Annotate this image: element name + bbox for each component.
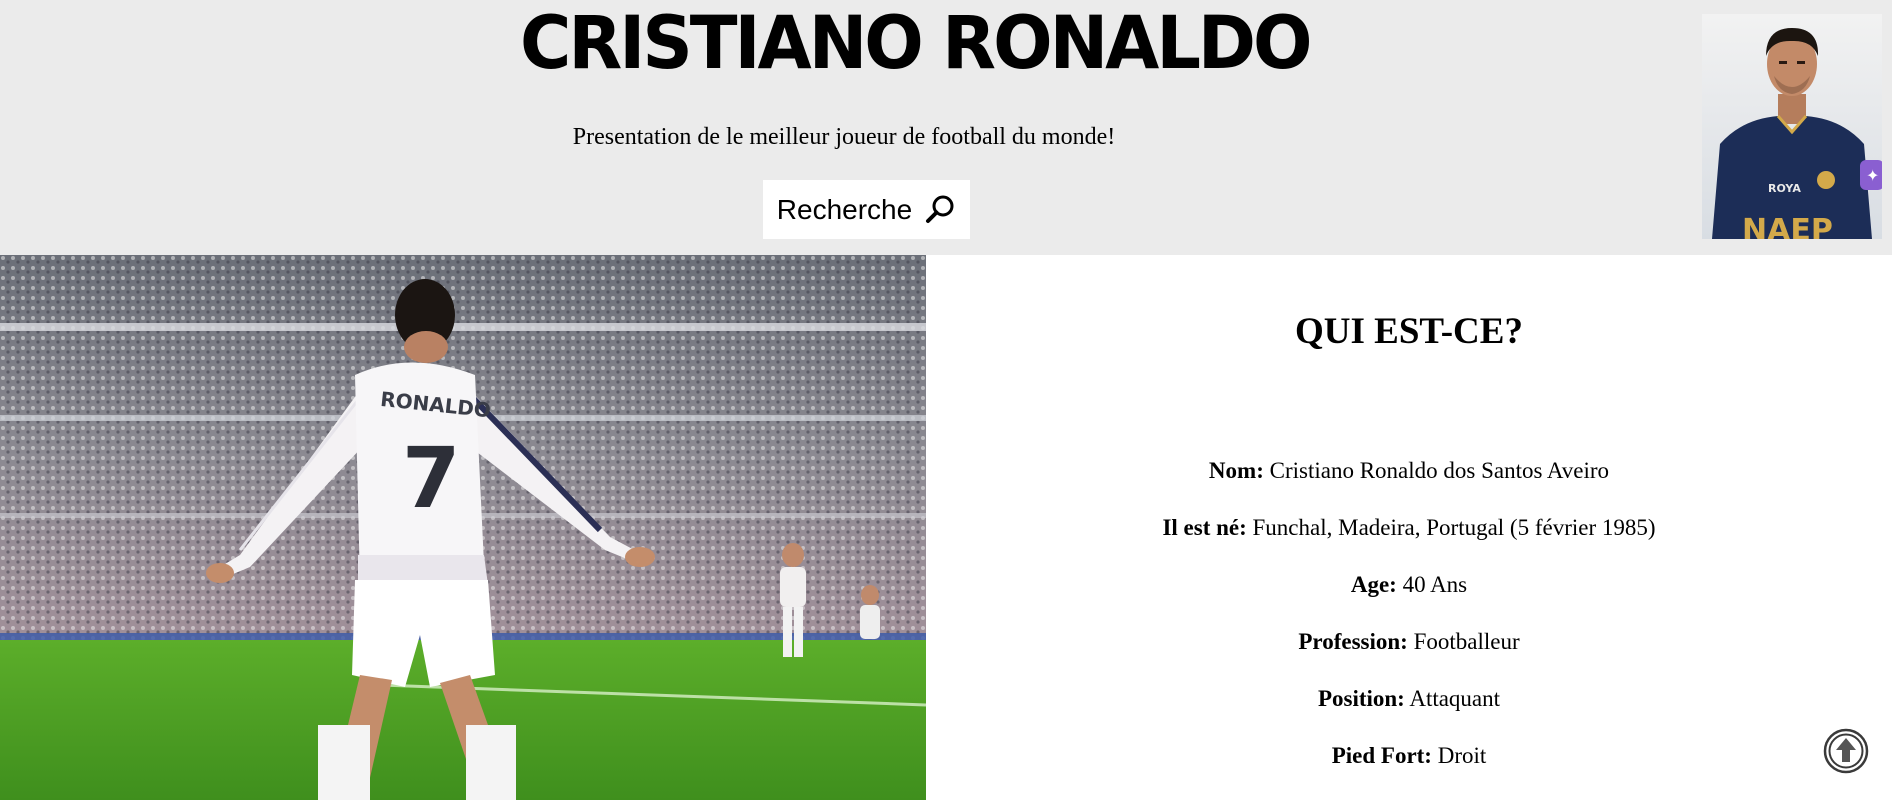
info-row-value: Cristiano Ronaldo dos Santos Aveiro (1269, 458, 1610, 483)
info-row-value: 40 Ans (1402, 572, 1468, 597)
info-row-label: Il est né: (1162, 515, 1247, 540)
info-row: Pied Fort: Droit (926, 743, 1892, 769)
info-row: Nom: Cristiano Ronaldo dos Santos Aveiro (926, 458, 1892, 484)
avatar-jersey-bottom-text: NAEP (1742, 213, 1833, 239)
search-button[interactable]: Recherche (763, 180, 970, 239)
info-row-label: Profession: (1298, 629, 1408, 654)
info-row-value: Attaquant (1409, 686, 1501, 711)
scroll-to-top-button[interactable] (1823, 728, 1869, 774)
info-row: Age: 40 Ans (926, 572, 1892, 598)
info-row-value: Funchal, Madeira, Portugal (5 février 19… (1252, 515, 1656, 540)
search-button-label: Recherche (776, 193, 913, 225)
info-row: Position: Attaquant (926, 686, 1892, 712)
info-section: QUI EST-CE? Nom: Cristiano Ronaldo dos S… (926, 255, 1892, 800)
info-row-value: Footballeur (1413, 629, 1520, 654)
info-row-label: Position: (1317, 686, 1405, 711)
site-title: CRISTIANO RONALDO (520, 0, 1313, 87)
profile-photo: ROYA NAEP ✦ (1702, 14, 1882, 239)
info-row-value: Droit (1437, 743, 1487, 768)
arrow-up-circle-icon (1823, 728, 1869, 778)
site-header: CRISTIANO RONALDO Presentation de le mei… (0, 0, 1892, 255)
info-row-label: Pied Fort: (1331, 743, 1432, 768)
tagline: Presentation de le meilleur joueur de fo… (572, 124, 1116, 150)
info-row-label: Nom: (1208, 458, 1264, 483)
search-icon (924, 194, 956, 226)
info-heading: QUI EST-CE? (1295, 311, 1523, 352)
hero-jersey-number: 7 (402, 429, 460, 527)
info-row: Il est né: Funchal, Madeira, Portugal (5… (926, 515, 1892, 541)
svg-text:✦: ✦ (1866, 166, 1879, 185)
avatar-jersey-text: ROYA (1768, 182, 1801, 195)
info-row: Profession: Footballeur (926, 629, 1892, 655)
info-row-label: Age: (1350, 572, 1397, 597)
hero-photo: RONALDO 7 (0, 255, 926, 800)
